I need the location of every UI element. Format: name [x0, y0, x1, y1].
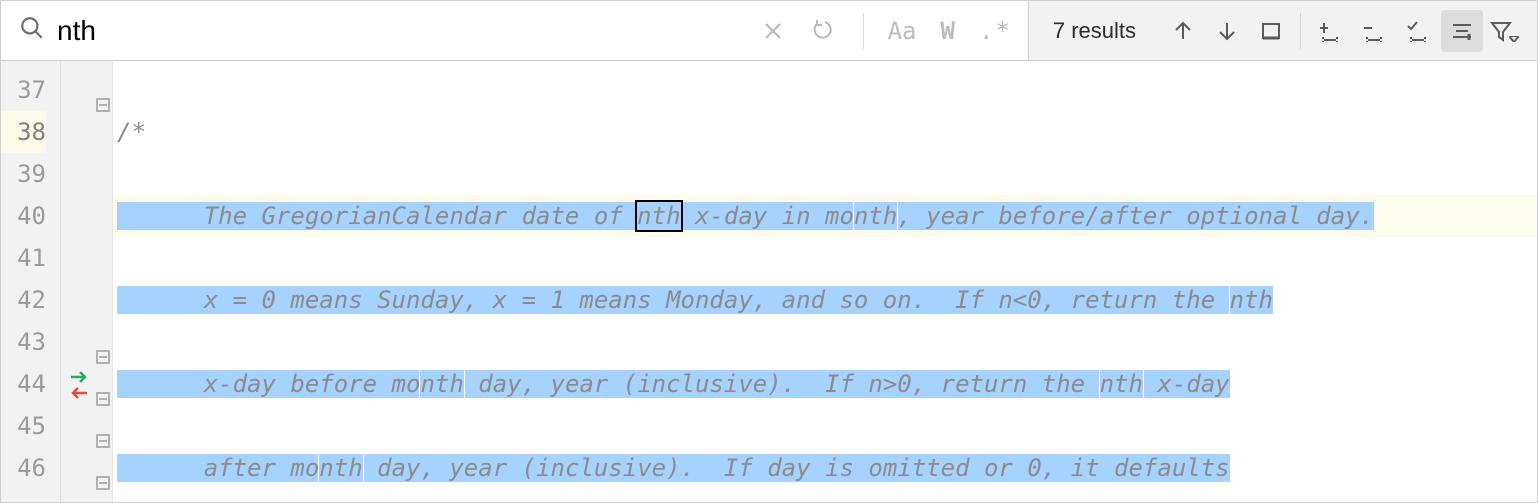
search-history-icon[interactable] — [805, 11, 845, 51]
search-match-current: nth — [635, 200, 682, 232]
regex-button[interactable]: .* — [973, 17, 1018, 45]
next-match-button[interactable] — [1206, 10, 1248, 52]
code-area[interactable]: /* The GregorianCalendar date of nth x-d… — [113, 69, 1537, 502]
code-text: /* — [117, 118, 146, 146]
code-text: , year before/after optional day. — [897, 202, 1374, 230]
fold-gutter — [61, 69, 113, 502]
code-text: day, year (inclusive). If day is omitted… — [363, 454, 1230, 482]
line-number: 37 — [1, 69, 46, 111]
select-all-button[interactable] — [1250, 10, 1292, 52]
code-text: x-day in mo — [681, 202, 854, 230]
prev-match-button[interactable] — [1162, 10, 1204, 52]
fold-toggle-icon[interactable] — [96, 377, 110, 391]
code-text: after mo — [117, 454, 319, 482]
fold-toggle-icon[interactable] — [96, 83, 110, 97]
diff-indicator-icon — [67, 369, 91, 401]
select-occurrences-button[interactable] — [1397, 10, 1439, 52]
remove-selection-button[interactable] — [1353, 10, 1395, 52]
find-results-group: 7 results — [1028, 1, 1537, 60]
line-number-gutter: 37383940414243444546 — [1, 69, 61, 502]
line-number: 46 — [1, 447, 46, 489]
clear-search-icon[interactable] — [753, 11, 793, 51]
add-selection-button[interactable] — [1309, 10, 1351, 52]
find-input-group: Aa W .* — [1, 1, 1028, 60]
line-number: 44 — [1, 363, 46, 405]
line-number: 42 — [1, 279, 46, 321]
fold-toggle-icon[interactable] — [96, 335, 110, 349]
separator — [1300, 13, 1301, 49]
filter-lines-button[interactable] — [1441, 10, 1483, 52]
separator — [863, 13, 864, 49]
search-match: nth — [318, 453, 363, 483]
code-text: day, year (inclusive). If n>0, return th… — [464, 370, 1100, 398]
code-text: x = 0 means Sunday, x = 1 means Monday, … — [117, 286, 1230, 314]
code-editor: 37383940414243444546 /* The GregorianCal… — [1, 69, 1537, 502]
code-text: x-day before mo — [117, 370, 420, 398]
code-text: The GregorianCalendar date of — [117, 202, 637, 230]
search-match: nth — [1099, 369, 1144, 399]
line-number: 45 — [1, 405, 46, 447]
fold-toggle-icon[interactable] — [96, 419, 110, 433]
whole-word-button[interactable]: W — [934, 17, 960, 45]
code-text: x-day — [1143, 370, 1230, 398]
more-options-button[interactable] — [1485, 10, 1527, 52]
search-input[interactable] — [57, 15, 741, 47]
line-number: 39 — [1, 153, 46, 195]
search-match: nth — [853, 201, 898, 231]
line-number: 40 — [1, 195, 46, 237]
search-match: nth — [1229, 285, 1274, 315]
find-toolbar: Aa W .* 7 results — [1, 1, 1537, 61]
collapsed-line-indicator — [1, 61, 1537, 69]
line-number: 41 — [1, 237, 46, 279]
line-number: 43 — [1, 321, 46, 363]
match-case-button[interactable]: Aa — [882, 17, 923, 45]
results-count: 7 results — [1039, 18, 1160, 44]
line-number: 38 — [1, 111, 46, 153]
search-icon — [19, 15, 45, 46]
search-match: nth — [419, 369, 464, 399]
fold-toggle-icon[interactable] — [96, 461, 110, 475]
